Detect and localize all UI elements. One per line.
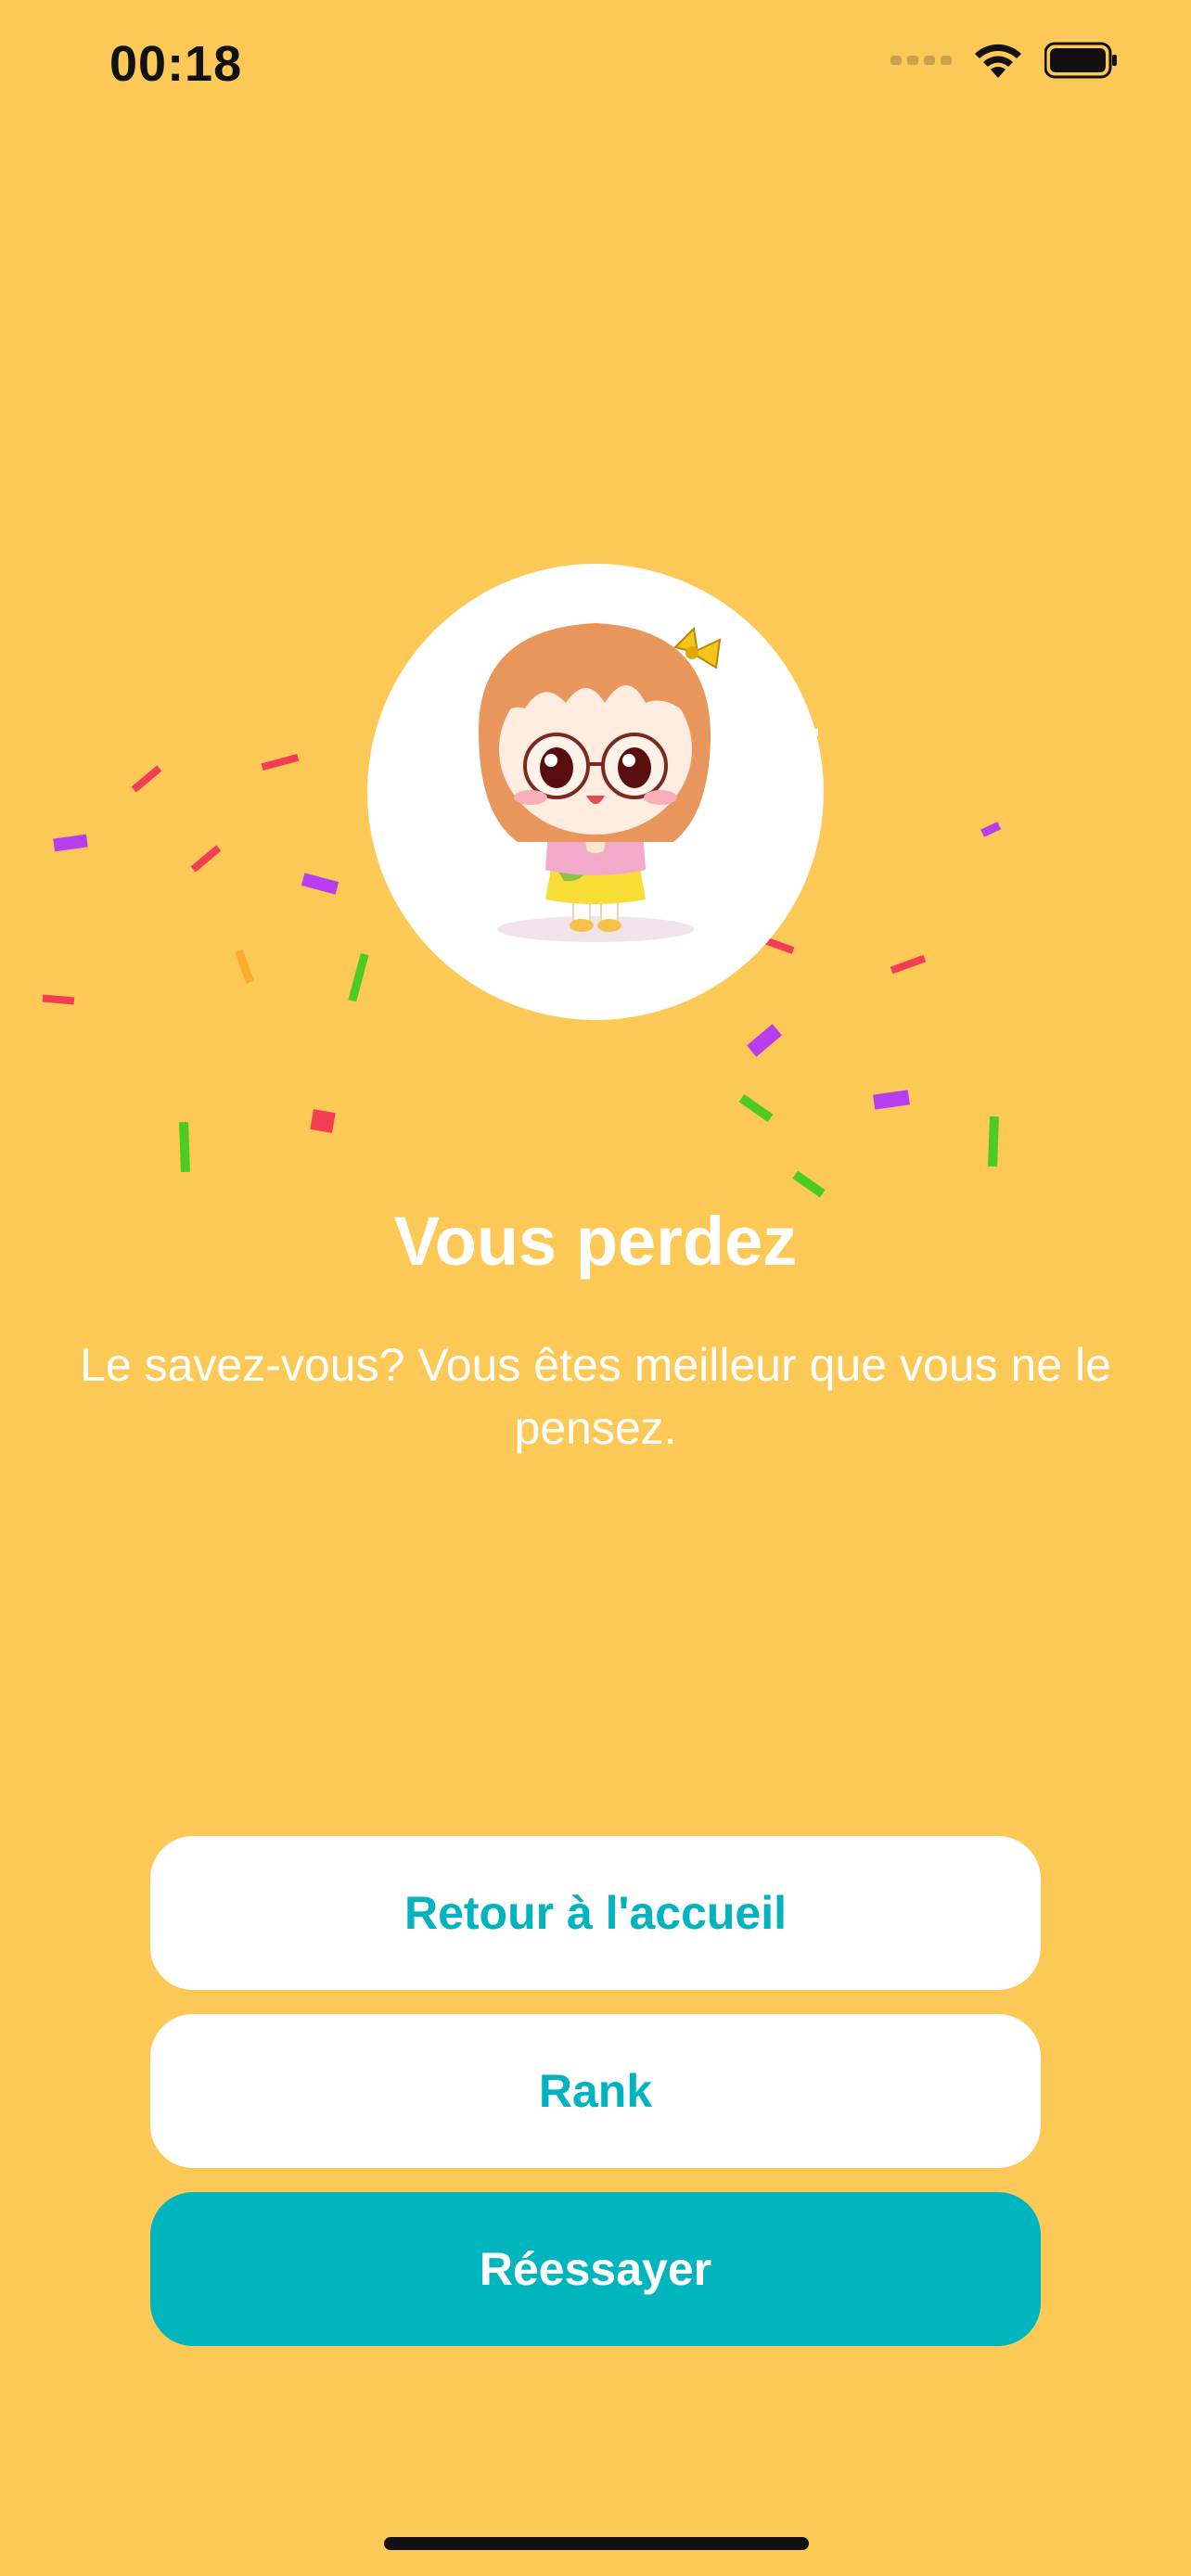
home-indicator[interactable] bbox=[384, 2537, 809, 2550]
home-button[interactable]: Retour à l'accueil bbox=[150, 1836, 1041, 1990]
character-avatar bbox=[367, 564, 824, 1020]
status-time: 00:18 bbox=[109, 36, 243, 92]
retry-button[interactable]: Réessayer bbox=[150, 2192, 1041, 2346]
confetti-decoration bbox=[42, 729, 1002, 1198]
rank-button[interactable]: Rank bbox=[150, 2014, 1041, 2168]
battery-icon bbox=[1044, 42, 1119, 79]
result-title: Vous perdez bbox=[393, 1203, 798, 1280]
cellular-signal-icon bbox=[890, 56, 952, 65]
girl-character-icon bbox=[479, 623, 722, 942]
status-indicators bbox=[890, 41, 1119, 80]
wifi-icon bbox=[972, 41, 1024, 80]
game-result-screen: 00:18 Vous perdez Le savez-vous? Vous êt… bbox=[0, 0, 1191, 2576]
result-message: Le savez-vous? Vous êtes meilleur que vo… bbox=[80, 1339, 1111, 1454]
